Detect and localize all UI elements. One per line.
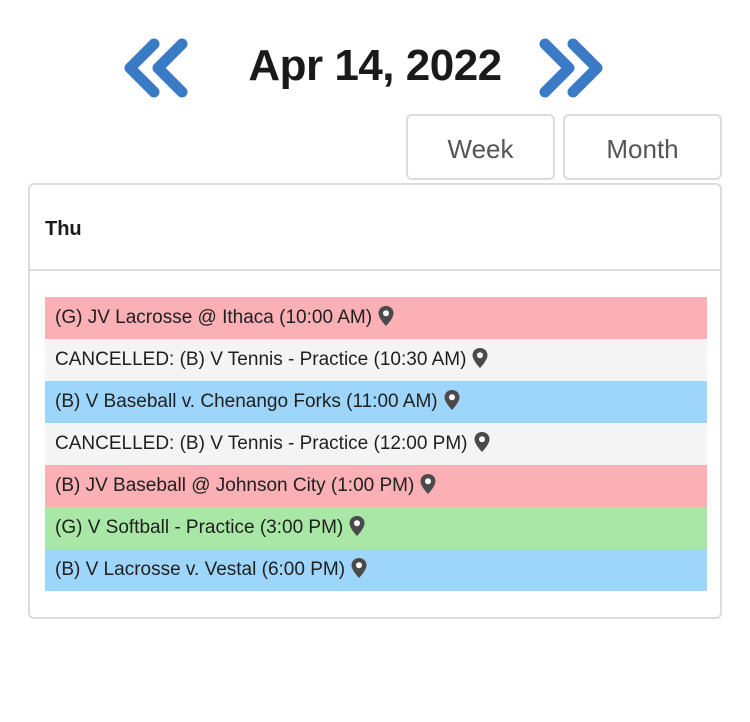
event-title: (B) V Lacrosse v. Vestal (6:00 PM) [55,559,346,580]
map-pin-icon[interactable] [472,347,488,368]
previous-day-button[interactable] [120,38,196,98]
map-pin-icon[interactable] [474,431,490,452]
event-title: (B) JV Baseball @ Johnson City (1:00 PM) [55,475,415,496]
event-title: CANCELLED: (B) V Tennis - Practice (12:0… [55,433,468,454]
next-day-button[interactable] [533,38,609,98]
week-view-button[interactable]: Week [406,114,555,180]
event-title: (G) JV Lacrosse @ Ithaca (10:00 AM) [55,307,373,328]
event-item[interactable]: (B) JV Baseball @ Johnson City (1:00 PM) [45,465,707,507]
map-pin-icon[interactable] [351,557,367,578]
day-column-header: Thu [30,185,720,271]
event-item[interactable]: CANCELLED: (B) V Tennis - Practice (12:0… [45,423,707,465]
event-item[interactable]: (G) V Softball - Practice (3:00 PM) [45,507,707,549]
map-pin-icon[interactable] [444,389,460,410]
event-item[interactable]: (B) V Lacrosse v. Vestal (6:00 PM) [45,549,707,591]
event-item[interactable]: CANCELLED: (B) V Tennis - Practice (10:3… [45,339,707,381]
map-pin-icon[interactable] [349,515,365,536]
day-panel: Thu (G) JV Lacrosse @ Ithaca (10:00 AM) … [28,183,722,619]
double-chevron-right-icon [539,38,603,98]
event-item[interactable]: (B) V Baseball v. Chenango Forks (11:00 … [45,381,707,423]
event-title: CANCELLED: (B) V Tennis - Practice (10:3… [55,349,467,370]
event-list: (G) JV Lacrosse @ Ithaca (10:00 AM) CANC… [45,297,707,591]
month-view-button[interactable]: Month [563,114,722,180]
current-date-title: Apr 14, 2022 [248,41,502,90]
map-pin-icon[interactable] [378,305,394,326]
event-title: (G) V Softball - Practice (3:00 PM) [55,517,344,538]
event-title: (B) V Baseball v. Chenango Forks (11:00 … [55,391,438,412]
date-navigation: Apr 14, 2022 [0,30,750,102]
double-chevron-left-icon [124,38,188,98]
event-item[interactable]: (G) JV Lacrosse @ Ithaca (10:00 AM) [45,297,707,339]
map-pin-icon[interactable] [420,473,436,494]
calendar-page: Apr 14, 2022 Week Month Thu (G) JV Lacro… [0,0,750,722]
